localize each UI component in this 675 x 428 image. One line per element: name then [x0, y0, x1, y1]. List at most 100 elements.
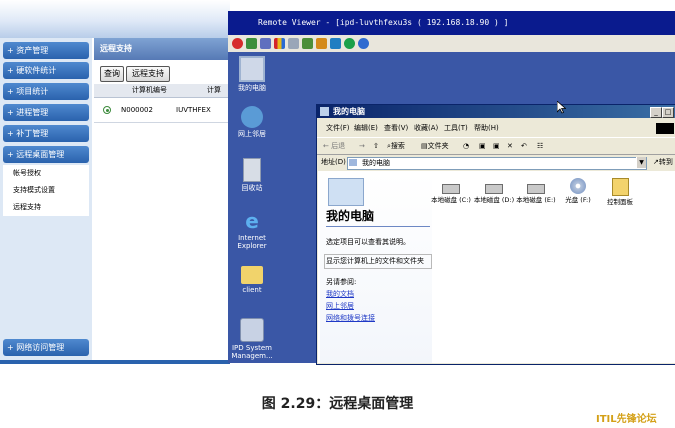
control-panel-icon: [611, 178, 629, 196]
drive-label: 本地磁盘 (C:): [431, 196, 471, 204]
nav-bullet: +: [7, 66, 14, 75]
control-panel[interactable]: 控制面板: [596, 178, 644, 206]
folders-button[interactable]: ▤文件夹: [421, 138, 449, 154]
link-network-places[interactable]: 网上邻居: [326, 301, 354, 311]
folder-icon: [241, 266, 263, 284]
figure-caption: 图 2.29：远程桌面管理: [261, 396, 414, 412]
chat-icon[interactable]: [330, 38, 341, 49]
history-icon: ◔: [463, 142, 470, 150]
menu-tools[interactable]: 工具(T): [444, 121, 468, 135]
color-mode-icon[interactable]: [274, 38, 285, 49]
nav-sub-support-mode[interactable]: 支持模式设置: [3, 182, 89, 199]
mouse-cursor-icon: [557, 101, 566, 114]
refresh-icon[interactable]: [246, 38, 257, 49]
drive-d[interactable]: 本地磁盘 (D:): [470, 178, 518, 204]
views-button[interactable]: ☷: [537, 138, 543, 154]
folders-icon: ▤: [421, 142, 428, 150]
nav-bullet: +: [7, 150, 14, 159]
pane-title: 我的电脑: [326, 209, 375, 223]
nav-sub-account-auth[interactable]: 帐号授权: [3, 165, 89, 182]
link-network-dialup[interactable]: 网络和拨号连接: [326, 313, 375, 323]
up-folder-button[interactable]: ⇧: [373, 138, 379, 154]
history-button[interactable]: ◔: [463, 138, 469, 154]
forward-arrow-icon: →: [359, 142, 365, 150]
column-header-computer[interactable]: 计算: [207, 84, 221, 97]
column-header-computer-id[interactable]: 计算机编号: [132, 84, 167, 97]
go-button[interactable]: ↗转到: [653, 155, 673, 170]
go-label: 转到: [658, 158, 673, 166]
back-label: 后退: [331, 142, 346, 150]
remote-support-button[interactable]: 远程支持: [126, 66, 170, 82]
menu-help[interactable]: 帮助(H): [474, 121, 499, 135]
nav-sub-remote-support[interactable]: 远程支持: [3, 199, 89, 216]
minimize-button[interactable]: _: [650, 107, 662, 118]
move-to-button[interactable]: ▣: [479, 138, 486, 154]
nav-item-project-stats[interactable]: + 项目统计: [3, 83, 89, 100]
watermark: ITIL先锋论坛: [596, 414, 657, 425]
desktop-icon-label: 回收站: [241, 184, 263, 192]
desktop-icon-ipd-system[interactable]: IPD System Managem...: [230, 318, 274, 360]
nav-item-patch-mgmt[interactable]: + 补丁管理: [3, 125, 89, 142]
nav-item-process-mgmt[interactable]: + 进程管理: [3, 104, 89, 121]
address-input[interactable]: 我的电脑: [347, 157, 647, 170]
desktop-icon-recycle-bin[interactable]: 回收站: [230, 158, 274, 192]
window-app-icon: [320, 107, 329, 116]
nav-label: 资产管理: [16, 46, 49, 55]
close-session-icon[interactable]: [232, 38, 243, 49]
undo-icon: ↶: [521, 142, 527, 150]
see-also-label: 另请参阅:: [326, 278, 357, 286]
content-header: 远程支持: [94, 38, 230, 60]
menu-view[interactable]: 查看(V): [384, 121, 408, 135]
drive-c[interactable]: 本地磁盘 (C:): [427, 178, 475, 204]
search-button[interactable]: ⌕搜索: [387, 138, 405, 154]
screen-icon[interactable]: [260, 38, 271, 49]
back-button[interactable]: ← 后退: [323, 138, 345, 154]
link-my-documents[interactable]: 我的文档: [326, 289, 354, 299]
menu-edit[interactable]: 编辑(E): [354, 121, 378, 135]
clipboard-icon[interactable]: [316, 38, 327, 49]
copy-to-button[interactable]: ▣: [493, 138, 500, 154]
nav-label: 硬软件统计: [16, 66, 57, 75]
nav-item-hw-sw-stats[interactable]: + 硬软件统计: [3, 62, 89, 79]
desktop-icon-label: client: [242, 286, 262, 294]
desktop-icon-network[interactable]: 网上邻居: [230, 106, 274, 138]
info-icon[interactable]: [358, 38, 369, 49]
computer-icon: [239, 56, 265, 82]
radio-select[interactable]: [103, 106, 111, 114]
desktop-icon-my-computer[interactable]: 我的电脑: [230, 56, 274, 92]
nav-bullet: +: [7, 46, 14, 55]
table-row[interactable]: N000002 IUVTHFEX: [94, 100, 230, 120]
desktop-icon-client[interactable]: client: [230, 266, 274, 294]
windows-logo-icon: [656, 123, 674, 134]
window-title: 我的电脑: [317, 105, 675, 118]
address-label: 地址(D): [321, 158, 346, 166]
app-header-banner: [0, 0, 230, 38]
maximize-button[interactable]: □: [662, 107, 674, 118]
nav-label: 补丁管理: [16, 129, 49, 138]
hard-drive-icon: [527, 184, 545, 194]
nav-item-assets[interactable]: + 资产管理: [3, 42, 89, 59]
delete-button[interactable]: ✕: [507, 138, 513, 154]
menu-file[interactable]: 文件(F): [326, 121, 350, 135]
nav-item-remote-desktop-mgmt[interactable]: + 远程桌面管理: [3, 146, 89, 163]
hard-drive-icon: [442, 184, 460, 194]
network-icon: [241, 106, 263, 128]
forward-button[interactable]: →: [359, 138, 365, 154]
remote-viewer-titlebar: Remote Viewer - [ipd-luvthfexu3s ( 192.1…: [228, 11, 675, 35]
nav-label: 进程管理: [16, 108, 49, 117]
window-icon[interactable]: [288, 38, 299, 49]
recycle-bin-icon: [243, 158, 261, 182]
menu-favorites[interactable]: 收藏(A): [414, 121, 438, 135]
drive-label: 控制面板: [607, 198, 633, 206]
query-button[interactable]: 查询: [100, 66, 124, 82]
desktop-icon-ie[interactable]: e Internet Explorer: [230, 210, 274, 250]
chevron-down-icon[interactable]: ▼: [636, 157, 646, 168]
drive-e[interactable]: 本地磁盘 (E:): [512, 178, 560, 204]
nav-item-network-access[interactable]: + 网络访问管理: [3, 339, 89, 356]
up-arrow-icon[interactable]: [344, 38, 355, 49]
transfer-icon[interactable]: [302, 38, 313, 49]
drive-f-cdrom[interactable]: 光盘 (F:): [554, 178, 602, 204]
cd-drive-icon: [570, 178, 586, 194]
undo-button[interactable]: ↶: [521, 138, 527, 154]
delete-icon: ✕: [507, 142, 513, 150]
